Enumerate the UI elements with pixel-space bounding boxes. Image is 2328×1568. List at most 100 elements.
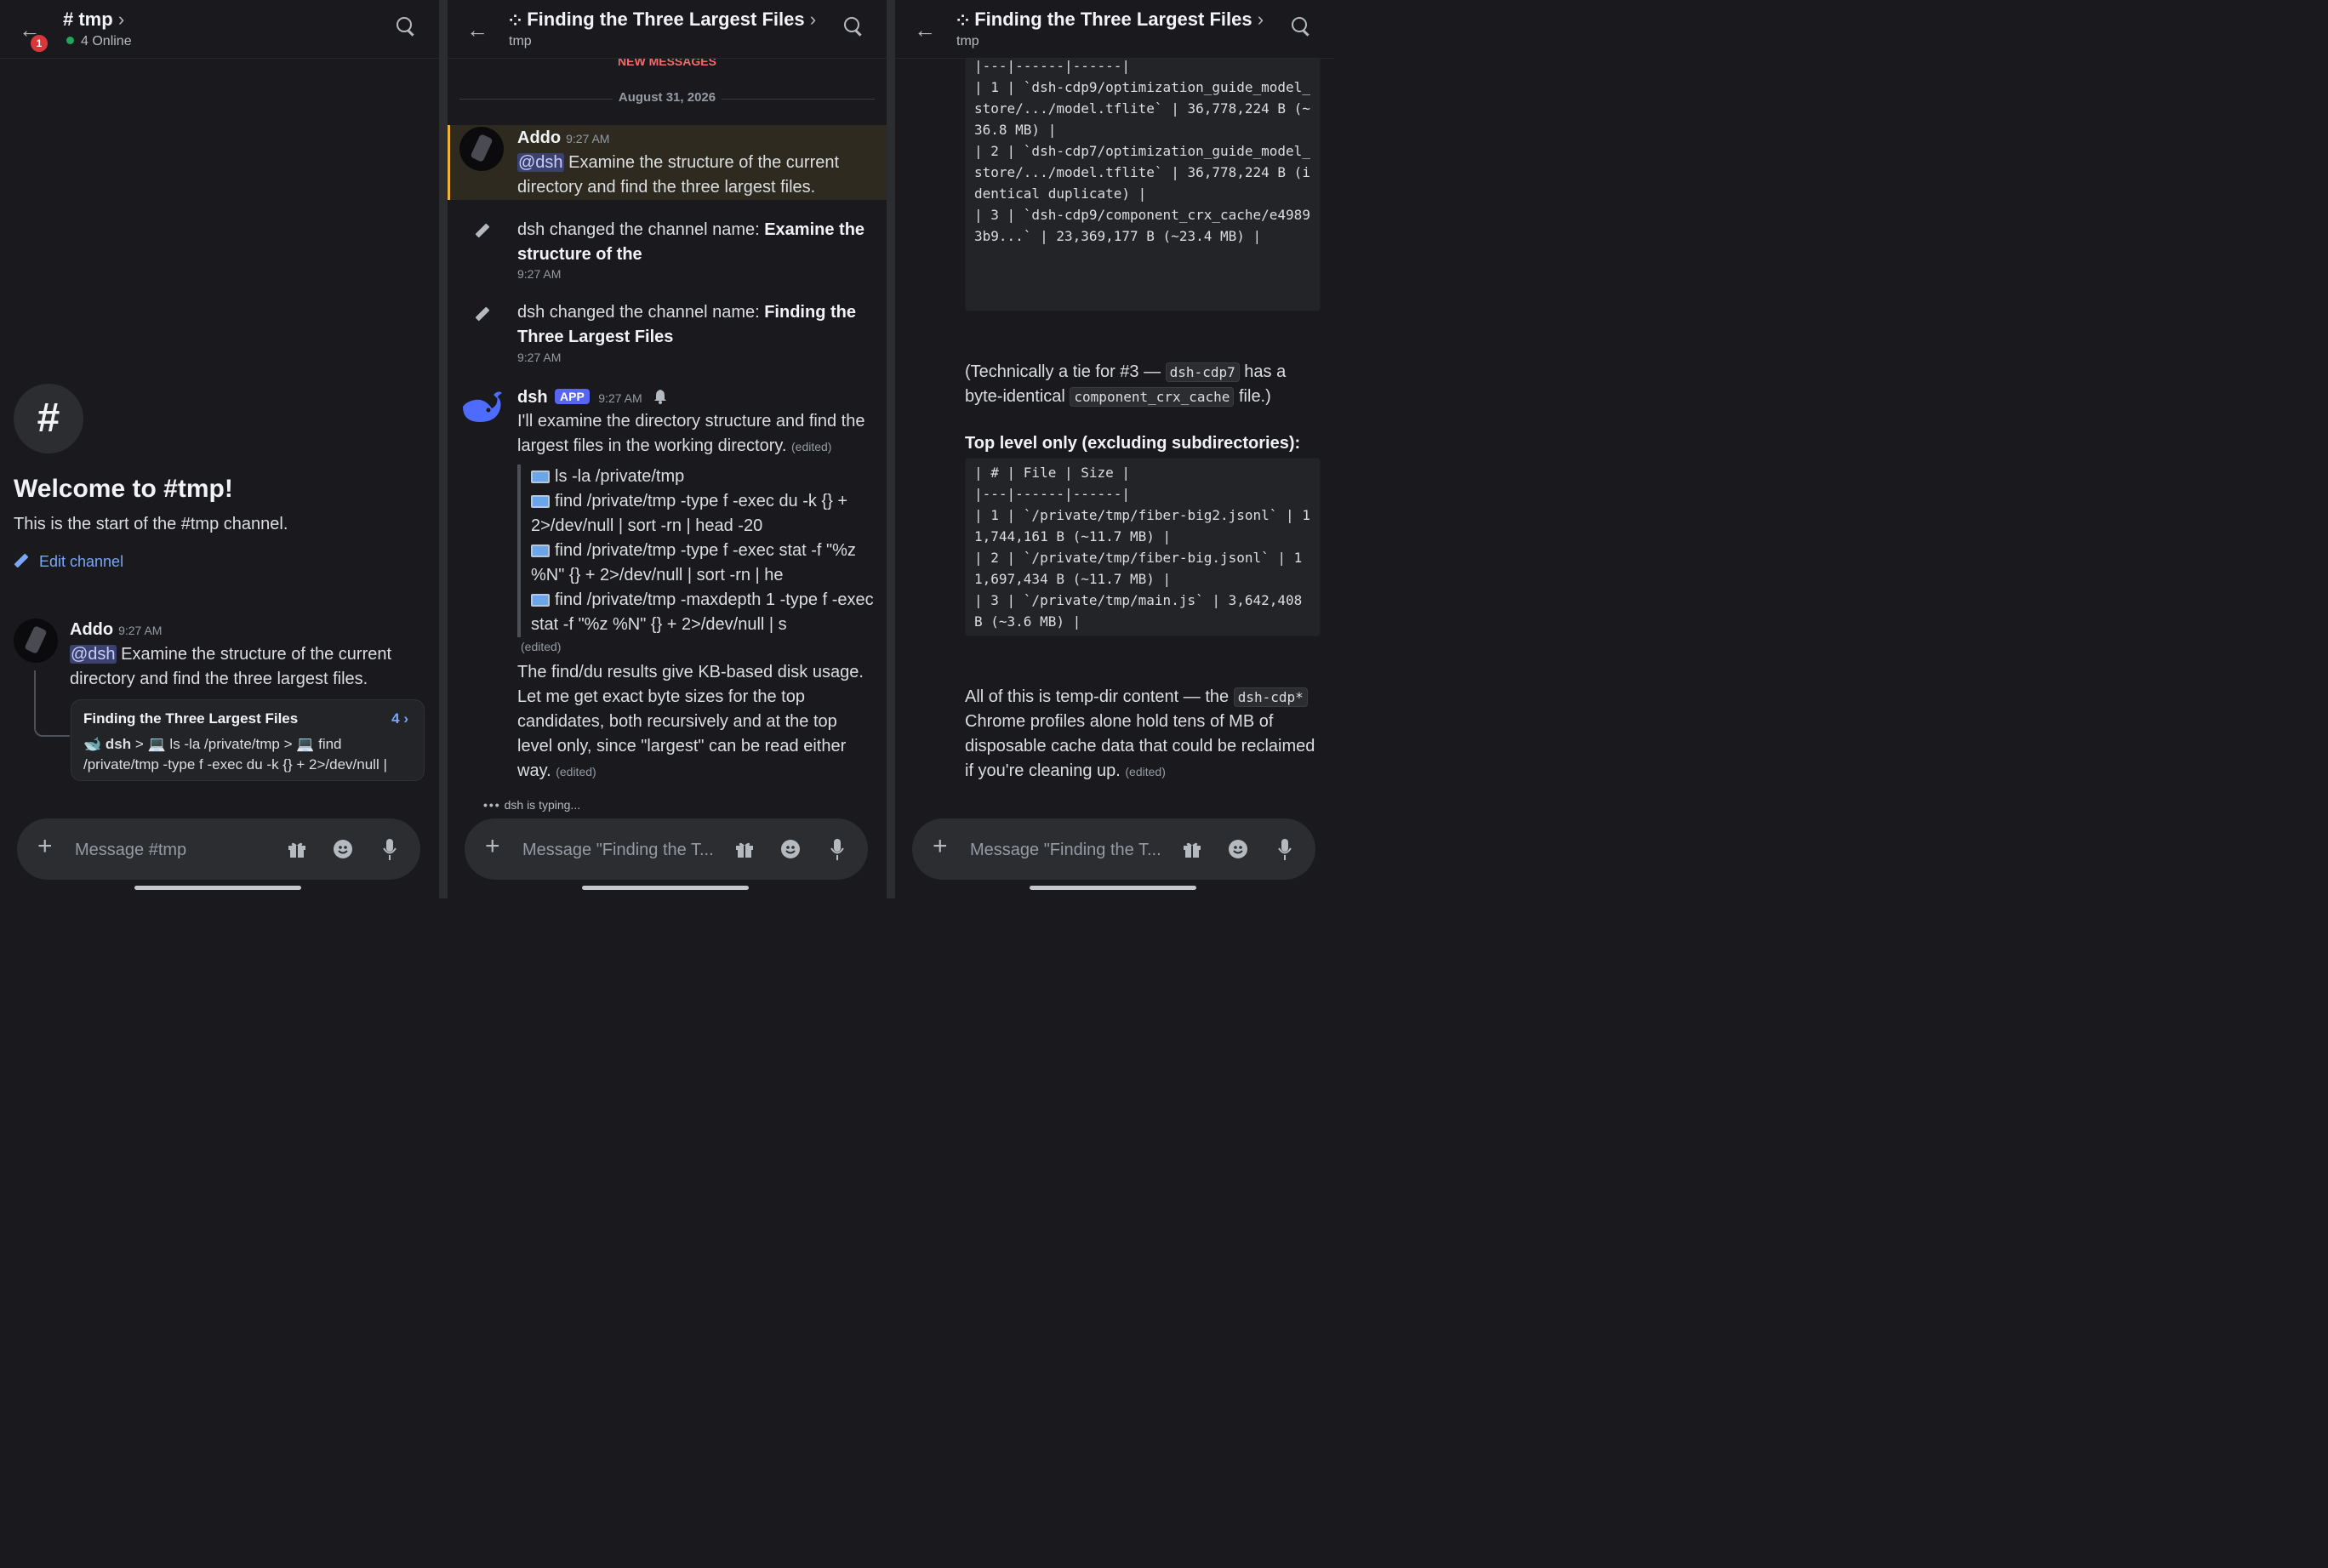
gift-icon[interactable] (735, 841, 753, 858)
message-composer: + Message "Finding the T... (912, 818, 1315, 880)
thread-card[interactable]: Finding the Three Largest Files 4 › 🐋 ds… (71, 699, 425, 781)
online-dot-icon (66, 37, 74, 44)
message-header: dsh APP 9:27 AM (517, 388, 668, 408)
laptop-icon (531, 495, 550, 508)
pencil-icon (14, 553, 29, 568)
thread-connector (34, 670, 70, 737)
tool-command: find /private/tmp -maxdepth 1 -type f -e… (531, 590, 874, 634)
thread-title[interactable]: ⁘ Finding the Three Largest Files › (956, 9, 1264, 31)
tie-note: (Technically a tie for #3 — dsh-cdp7 has… (965, 360, 1322, 409)
message-input[interactable]: Message #tmp (75, 841, 186, 860)
channel-title[interactable]: # tmp › (63, 9, 124, 31)
home-indicator (1030, 886, 1196, 890)
chevron-right-icon: › (117, 9, 125, 30)
tool-command: find /private/tmp -type f -exec du -k {}… (531, 492, 848, 535)
gift-icon[interactable] (1183, 841, 1201, 858)
system-message: dsh changed the channel name: Examine th… (517, 218, 875, 267)
online-count: 4 Online (81, 34, 132, 48)
tool-call[interactable]: find /private/tmp -type f -exec stat -f … (531, 539, 875, 588)
message-text: Examine the structure of the current dir… (517, 153, 840, 197)
laptop-icon (531, 545, 550, 557)
home-indicator (134, 886, 301, 890)
message-time: 9:27 AM (598, 391, 642, 405)
emoji-icon[interactable] (334, 840, 352, 858)
system-message: dsh changed the channel name: Finding th… (517, 300, 875, 350)
search-icon[interactable] (397, 17, 414, 37)
tool-command: ls -la /private/tmp (555, 467, 685, 486)
message-text: The find/du results give KB-based disk u… (517, 663, 864, 780)
date-label: August 31, 2026 (613, 90, 722, 105)
thread-title-text: Finding the Three Largest Files (527, 9, 805, 30)
message-time: 9:27 AM (566, 132, 610, 145)
laptop-icon (531, 470, 550, 483)
thread-preview: 🐋 dsh > 💻 ls -la /private/tmp > 💻 find /… (83, 734, 415, 775)
search-icon[interactable] (844, 17, 862, 37)
inline-code: dsh-cdp7 (1165, 362, 1240, 382)
thread-title[interactable]: ⁘ Finding the Three Largest Files › (509, 9, 816, 31)
emoji-icon[interactable] (781, 840, 800, 858)
system-time: 9:27 AM (517, 351, 562, 364)
message-body: @dsh Examine the structure of the curren… (517, 151, 875, 200)
plus-icon[interactable]: + (933, 834, 948, 859)
edit-channel-label: Edit channel (39, 553, 124, 570)
channel-panel: ← 1 # tmp › 4 Online # Welcome to #tmp! … (0, 0, 439, 898)
thread-message-count: 4 › (391, 710, 408, 727)
message-author[interactable]: dsh (517, 388, 548, 407)
chevron-right-icon: › (809, 9, 817, 30)
channel-title-text: # tmp (63, 9, 113, 30)
typing-text: dsh is typing... (504, 798, 581, 812)
emoji-icon[interactable] (1229, 840, 1247, 858)
tool-call[interactable]: find /private/tmp -maxdepth 1 -type f -e… (531, 588, 875, 637)
mention[interactable]: @dsh (70, 645, 117, 664)
gift-icon[interactable] (288, 841, 305, 858)
tool-command: find /private/tmp -type f -exec stat -f … (531, 541, 856, 584)
microphone-icon[interactable] (383, 839, 397, 861)
thread-title: Finding the Three Largest Files (83, 710, 299, 727)
parent-channel: tmp (509, 34, 532, 48)
back-arrow-icon[interactable]: ← (466, 17, 488, 43)
unread-badge: 1 (29, 33, 49, 54)
note-text: (Technically a tie for #3 — (965, 362, 1166, 381)
chevron-right-icon: › (1257, 9, 1264, 30)
inline-code: component_crx_cache (1070, 387, 1235, 407)
message-composer: + Message #tmp (17, 818, 420, 880)
message-time: 9:27 AM (118, 624, 163, 637)
avatar[interactable] (459, 127, 504, 171)
mention[interactable]: @dsh (517, 153, 564, 172)
message-author[interactable]: Addo (70, 620, 113, 639)
parent-channel: tmp (956, 34, 979, 48)
system-text: dsh changed the channel name: (517, 303, 765, 322)
thread-icon: ⁘ (509, 12, 522, 29)
message-body: @dsh Examine the structure of the curren… (70, 642, 427, 692)
tool-call[interactable]: ls -la /private/tmp (531, 465, 875, 489)
code-block-results: |---|------|------| | 1 | `dsh-cdp9/opti… (965, 44, 1321, 311)
thread-preview-author: dsh (105, 736, 132, 752)
summary-part: All of this is temp-dir content — the (965, 687, 1234, 706)
plus-icon[interactable]: + (485, 834, 500, 859)
microphone-icon[interactable] (830, 839, 844, 861)
code-block-toplevel: | # | File | Size | |---|------|------| … (965, 458, 1321, 636)
whale-avatar[interactable] (459, 388, 504, 425)
system-text: dsh changed the channel name: (517, 220, 765, 239)
channel-hash-icon: # (14, 384, 83, 453)
plus-icon[interactable]: + (37, 834, 53, 859)
microphone-icon[interactable] (1278, 839, 1292, 861)
message-input[interactable]: Message "Finding the T... (970, 841, 1161, 860)
edit-channel-link[interactable]: Edit channel (14, 553, 123, 571)
search-icon[interactable] (1292, 17, 1310, 37)
message-author[interactable]: Addo (517, 128, 561, 147)
thread-panel: NEW MESSAGES August 31, 2026 Addo 9:27 AM… (448, 0, 887, 898)
typing-indicator: ••• dsh is typing... (483, 798, 580, 812)
message-body: I'll examine the directory structure and… (517, 409, 875, 459)
system-time: 9:27 AM (517, 267, 562, 281)
home-indicator (582, 886, 749, 890)
avatar[interactable] (14, 619, 58, 663)
message-text: Examine the structure of the current dir… (70, 645, 392, 688)
tool-call[interactable]: find /private/tmp -type f -exec du -k {}… (531, 489, 875, 539)
message-body: The find/du results give KB-based disk u… (517, 660, 875, 784)
back-arrow-icon[interactable]: ← (914, 17, 936, 43)
thread-panel-scrolled: |---|------|------| | 1 | `dsh-cdp9/opti… (895, 0, 1334, 898)
date-divider: August 31, 2026 (459, 90, 875, 107)
message-input[interactable]: Message "Finding the T... (522, 841, 714, 860)
thread-title-text: Finding the Three Largest Files (974, 9, 1252, 30)
